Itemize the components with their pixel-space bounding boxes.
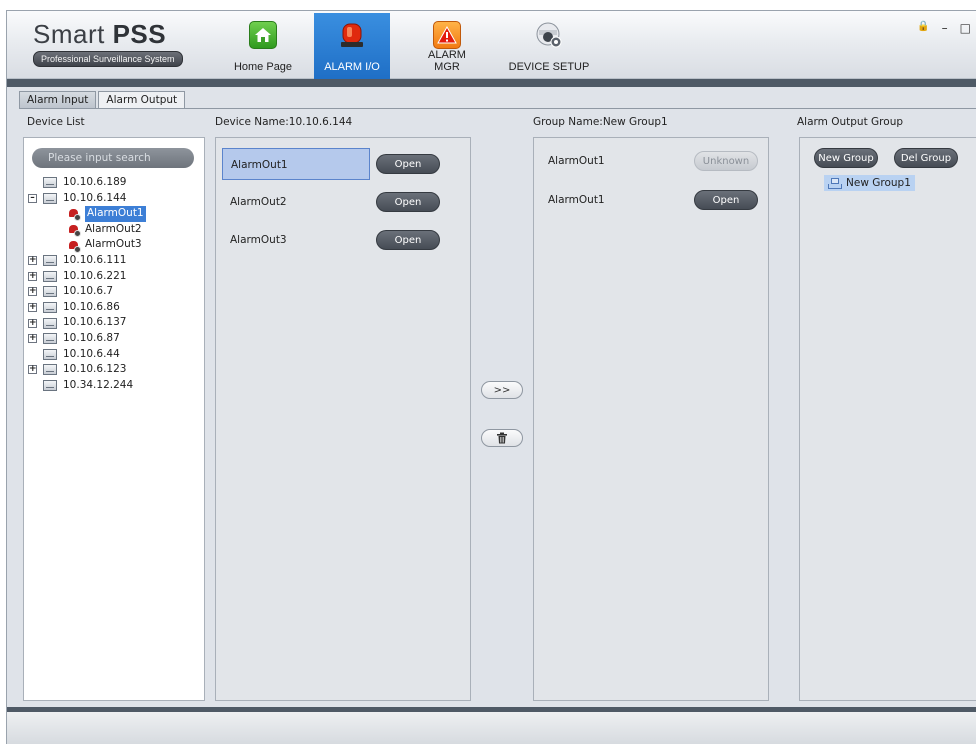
group-icon [828, 177, 842, 189]
trash-icon [497, 432, 507, 444]
tab-alarm-input[interactable]: Alarm Input [19, 91, 97, 109]
tree-node-alarm-output[interactable]: AlarmOut3 [28, 237, 146, 253]
tree-node-device[interactable]: 10.34.12.244 [28, 378, 146, 394]
maximize-icon[interactable]: □ [960, 21, 976, 35]
lock-icon[interactable]: 🔒 [917, 21, 929, 35]
group-item-row: AlarmOut1 Open [548, 190, 762, 212]
alarm-output-icon [68, 240, 81, 253]
brand-logo: Smart PSS Professional Surveillance Syst… [33, 19, 183, 67]
alarm-output-group-panel: New Group Del Group New Group1 [799, 137, 976, 701]
subtab-divider [19, 108, 976, 109]
tree-node-device[interactable]: +10.10.6.86 [28, 300, 146, 316]
home-icon [249, 21, 277, 49]
output-row: AlarmOut1 Open [222, 148, 440, 180]
device-icon [43, 192, 57, 204]
del-group-button[interactable]: Del Group [894, 148, 958, 168]
top-bar: Smart PSS Professional Surveillance Syst… [7, 11, 976, 79]
output-name[interactable]: AlarmOut2 [222, 186, 370, 218]
minimize-icon[interactable]: – [942, 21, 948, 35]
alarm-output-group-label: Alarm Output Group [797, 116, 904, 128]
group-item-name[interactable]: AlarmOut1 [548, 194, 605, 206]
device-name-label: Device Name:10.10.6.144 [215, 116, 353, 128]
output-name[interactable]: AlarmOut1 [222, 148, 370, 180]
device-icon [43, 317, 57, 329]
output-row: AlarmOut3 Open [222, 224, 440, 256]
device-icon [43, 348, 57, 360]
device-icon [43, 380, 57, 392]
device-icon [43, 364, 57, 376]
device-icon [43, 255, 57, 267]
device-icon [43, 302, 57, 314]
app-window: Smart PSS Professional Surveillance Syst… [6, 10, 976, 744]
expand-icon[interactable]: + [28, 303, 37, 313]
tree-node-device[interactable]: 10.10.6.189 [28, 175, 146, 191]
alarm-light-icon [338, 21, 366, 49]
tree-node-device[interactable]: +10.10.6.7 [28, 284, 146, 300]
output-state-button[interactable]: Open [376, 154, 440, 174]
device-tree: 10.10.6.189 –10.10.6.144 AlarmOut1 Alarm… [28, 175, 146, 393]
expand-icon[interactable]: + [28, 318, 37, 328]
alarm-output-icon [68, 224, 81, 238]
tree-node-device[interactable]: +10.10.6.111 [28, 253, 146, 269]
warning-icon [433, 21, 461, 49]
expand-icon[interactable]: + [28, 287, 37, 297]
nav-alarm-io[interactable]: ALARM I/O [314, 13, 390, 79]
status-bar [7, 707, 976, 744]
device-icon [43, 333, 57, 345]
collapse-icon[interactable]: – [28, 193, 37, 203]
nav-alarm-mgr[interactable]: ALARM MGR [414, 13, 480, 79]
subtab-bar: Alarm Input Alarm Output [19, 91, 187, 109]
new-group-button[interactable]: New Group [814, 148, 878, 168]
group-item-state-button: Unknown [694, 151, 758, 171]
tree-node-device[interactable]: +10.10.6.137 [28, 315, 146, 331]
nav-device-setup[interactable]: DEVICE SETUP [507, 13, 591, 79]
group-tree-item[interactable]: New Group1 [824, 175, 915, 191]
device-icon [43, 270, 57, 282]
output-state-button[interactable]: Open [376, 230, 440, 250]
tree-node-device[interactable]: 10.10.6.44 [28, 347, 146, 363]
device-icon [43, 286, 57, 298]
device-icon [43, 177, 57, 189]
expand-icon[interactable]: + [28, 365, 37, 375]
expand-icon[interactable]: + [28, 256, 37, 266]
output-state-button[interactable]: Open [376, 192, 440, 212]
group-contents-panel: AlarmOut1 Unknown AlarmOut1 Open [533, 137, 769, 701]
delete-from-group-button[interactable] [481, 429, 523, 447]
window-controls: 🔒 – □ [917, 21, 976, 35]
group-item-row: AlarmOut1 Unknown [548, 151, 762, 173]
expand-icon[interactable]: + [28, 334, 37, 344]
output-name[interactable]: AlarmOut3 [222, 224, 370, 256]
search-input[interactable]: Please input search [32, 148, 194, 168]
tree-node-alarm-output[interactable]: AlarmOut1 [28, 206, 146, 222]
add-to-group-button[interactable]: >> [481, 381, 523, 399]
group-item-name[interactable]: AlarmOut1 [548, 155, 605, 167]
alarm-output-icon [68, 208, 81, 222]
tree-node-device[interactable]: –10.10.6.144 [28, 191, 146, 207]
tree-node-alarm-output[interactable]: AlarmOut2 [28, 222, 146, 238]
tree-node-device[interactable]: +10.10.6.123 [28, 362, 146, 378]
camera-gear-icon [535, 21, 563, 49]
device-outputs-panel: AlarmOut1 Open AlarmOut2 Open AlarmOut3 … [215, 137, 471, 701]
output-row: AlarmOut2 Open [222, 186, 440, 218]
group-item-state-button[interactable]: Open [694, 190, 758, 210]
brand-subtitle: Professional Surveillance System [33, 51, 183, 67]
device-list-panel: Please input search 10.10.6.189 –10.10.6… [23, 137, 205, 701]
device-list-label: Device List [27, 116, 85, 128]
expand-icon[interactable]: + [28, 271, 37, 281]
tree-node-device[interactable]: +10.10.6.87 [28, 331, 146, 347]
tree-node-device[interactable]: +10.10.6.221 [28, 269, 146, 285]
group-name-label: Group Name:New Group1 [533, 116, 668, 128]
nav-home-page[interactable]: Home Page [227, 13, 299, 79]
header-divider [7, 79, 976, 87]
tab-alarm-output[interactable]: Alarm Output [98, 91, 186, 109]
